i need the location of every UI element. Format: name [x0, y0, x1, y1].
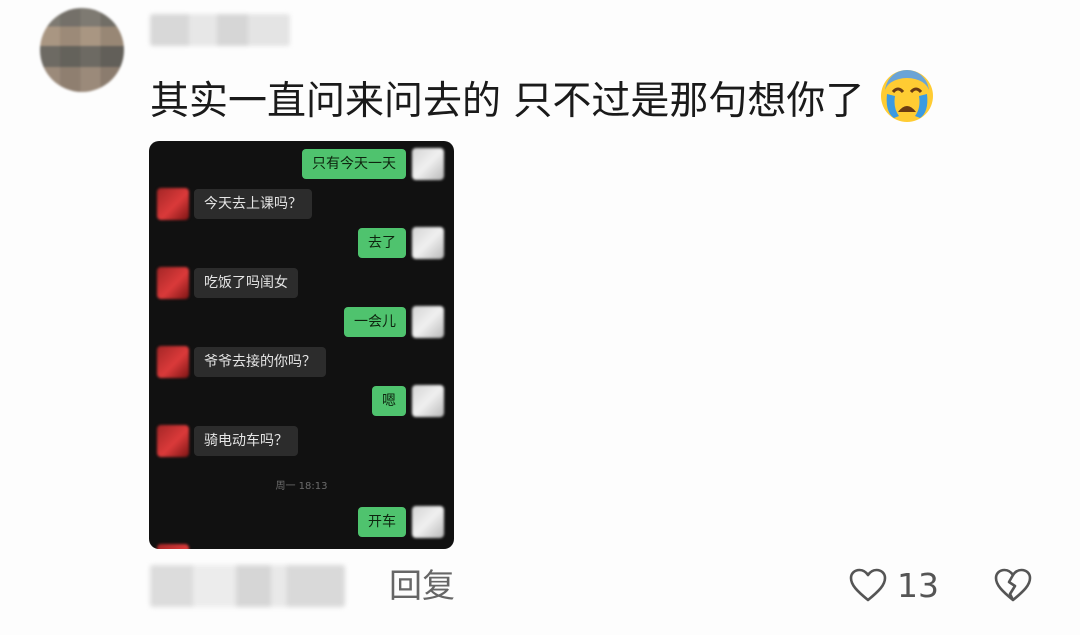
chat-avatar-self: [412, 506, 444, 538]
chat-timestamp: 周一 18:13: [275, 481, 328, 492]
chat-avatar-self: [412, 385, 444, 417]
chat-avatar-other: [157, 267, 189, 299]
chat-avatar-self: [412, 306, 444, 338]
chat-message-6: 嗯: [372, 386, 406, 416]
chat-message-1: 今天去上课吗？: [194, 189, 312, 219]
chat-message-7: 骑电动车吗？: [194, 426, 298, 456]
like-count: 13: [897, 566, 939, 605]
heart-icon[interactable]: [848, 567, 888, 603]
broken-heart-icon[interactable]: [993, 567, 1033, 603]
chat-message-3: 吃饭了吗闺女: [194, 268, 298, 298]
chat-avatar-other: [157, 425, 189, 457]
chat-avatar-other: [157, 544, 189, 549]
chat-avatar-self: [412, 148, 444, 180]
chat-avatar-other: [157, 346, 189, 378]
chat-message-0: 只有今天一天: [302, 149, 406, 179]
comment-text: 其实一直问来问去的 只不过是那句想你了: [150, 79, 865, 124]
crying-face-icon: [880, 70, 933, 122]
chat-avatar-self: [412, 227, 444, 259]
reply-button[interactable]: 回复: [389, 566, 455, 606]
chat-message-5: 爷爷去接的你吗？: [194, 347, 326, 377]
comment-meta: [150, 565, 345, 607]
commenter-avatar[interactable]: [40, 8, 124, 92]
chat-message-2: 去了: [358, 228, 406, 258]
chat-message-4: 一会儿: [344, 307, 406, 337]
chat-screenshot-image[interactable]: 只有今天一天 今天去上课吗？ 去了 吃饭了吗闺女 一会儿 爷爷去接的你吗？ 嗯 …: [149, 141, 454, 549]
comment-body: 其实一直问来问去的 只不过是那句想你了: [150, 68, 935, 130]
commenter-username[interactable]: [150, 14, 290, 46]
chat-message-8: 开车: [358, 507, 406, 537]
chat-avatar-other: [157, 188, 189, 220]
